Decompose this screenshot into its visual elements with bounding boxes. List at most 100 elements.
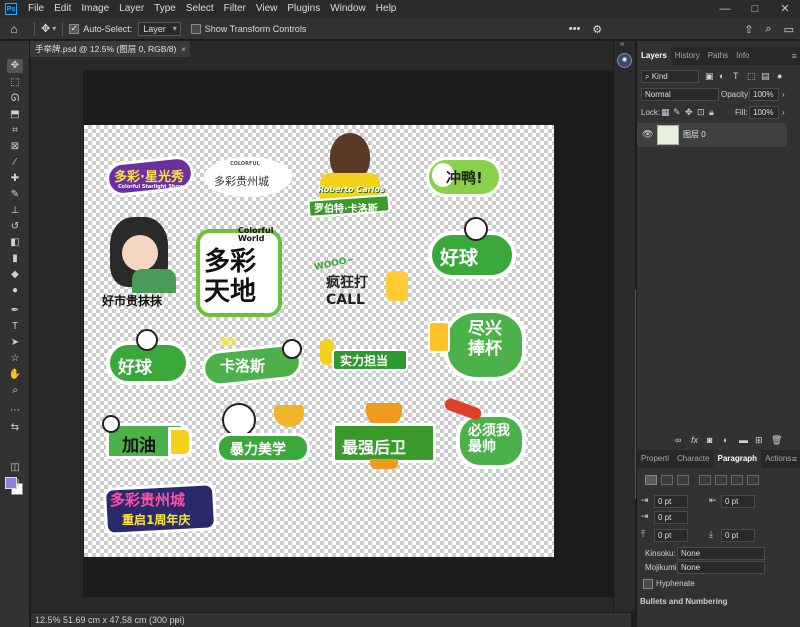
trash-icon[interactable]: 🗑︎ [771,435,782,446]
opacity-field[interactable]: 100% [749,88,779,101]
quick-mask-icon[interactable]: ◫ [7,461,23,475]
sticker-jia-you[interactable]: 加油 [102,415,196,469]
kinsoku-dropdown[interactable]: None [677,547,765,560]
frame-tool-icon[interactable]: ⊠ [7,140,23,154]
sticker-good-ball-1[interactable]: 好球 [424,217,520,283]
share-icon[interactable]: ⇧ [744,23,753,36]
sticker-must-be-handsome[interactable]: 必须我最帅 [443,396,528,473]
first-line-indent-field[interactable]: 0 pt [654,511,688,524]
menu-filter[interactable]: Filter [219,0,251,18]
pen-tool-icon[interactable]: ✒ [7,304,23,318]
search-icon[interactable]: ⌕ [765,23,771,36]
justify-all-button[interactable] [747,475,759,485]
lasso-tool-icon[interactable]: ᘏ [7,92,23,106]
lock-transparent-icon[interactable]: ▦ [661,107,670,118]
blend-mode-dropdown[interactable]: Normal [641,88,719,101]
menu-type[interactable]: Type [149,0,181,18]
tab-history[interactable]: History [671,47,704,65]
lock-artboard-icon[interactable]: ⊡ [697,107,705,118]
sticker-strongest-defender[interactable]: 最强后卫 [330,401,438,471]
stamp-tool-icon[interactable]: ⊥ [7,204,23,218]
panel-menu-icon[interactable]: ≡ [792,47,797,65]
tab-character[interactable]: Characte [673,450,713,468]
align-center-button[interactable] [661,475,673,485]
tool-preset-chevron-icon[interactable]: ▾ [52,24,56,33]
layer-name[interactable]: 图层 0 [683,129,706,140]
object-select-tool-icon[interactable]: ⬒ [7,108,23,122]
filter-shape-icon[interactable]: ⬚ [747,71,756,82]
fx-icon[interactable]: fx [691,435,698,445]
sticker-girl-character[interactable]: 好市贵抹抹 [100,213,192,309]
blur-tool-icon[interactable]: ◆ [7,268,23,282]
menu-file[interactable]: File [23,0,49,18]
filter-adjustment-icon[interactable]: ◐ [719,71,724,81]
sticker-enjoy-cup[interactable]: 尽兴捧杯 [428,303,528,387]
layer-row[interactable]: 👁︎ 图层 0 [637,123,787,147]
menu-layer[interactable]: Layer [114,0,149,18]
hyphenate-checkbox[interactable] [643,579,653,589]
auto-select-checkbox[interactable]: ✓ [69,23,80,34]
panel-menu-icon[interactable]: ≡ [792,450,797,468]
justify-last-right-button[interactable] [731,475,743,485]
gradient-tool-icon[interactable]: ▮ [7,252,23,266]
menu-view[interactable]: View [251,0,283,18]
link-layers-icon[interactable]: ∞ [675,435,681,445]
sticker-colorful-city[interactable]: COLORFUL 多彩贵州城 [204,153,292,199]
sticker-heavy-cannon-carlos[interactable]: 重炮 卡洛斯 [198,331,306,389]
sticker-colorful-world[interactable]: Colorful World 多彩天地 [196,221,282,319]
maximize-button[interactable]: □ [740,0,770,18]
menu-select[interactable]: Select [181,0,219,18]
zoom-tool-icon[interactable]: ⌕ [7,384,23,398]
show-transform-checkbox[interactable] [190,23,201,34]
sticker-starlight-show[interactable]: 多彩·星光秀 Colorful Starlight Show [104,154,196,199]
menu-image[interactable]: Image [76,0,114,18]
indent-right-field[interactable]: 0 pt [721,495,755,508]
new-group-icon[interactable]: ▬ [739,435,748,445]
photoshop-app-icon[interactable]: Ps [5,3,17,15]
shape-tool-icon[interactable]: ☆ [7,352,23,366]
sticker-violent-aesthetics[interactable]: 暴力美学 [214,403,314,467]
menu-plugins[interactable]: Plugins [282,0,325,18]
type-tool-icon[interactable]: T [7,320,23,334]
zoom-level[interactable]: 12.5% [35,613,61,627]
sticker-good-ball-2[interactable]: 好球 [104,329,194,389]
layer-filter-kind[interactable]: ⌕ Kind [641,70,699,83]
filter-pixel-icon[interactable]: ▣ [705,71,714,82]
menu-help[interactable]: Help [371,0,402,18]
lock-brush-icon[interactable]: ✎ [673,107,681,118]
align-right-button[interactable] [677,475,689,485]
move-tool-icon[interactable]: ✥ [41,22,50,35]
menu-edit[interactable]: Edit [49,0,76,18]
visibility-eye-icon[interactable]: 👁︎ [642,129,653,140]
more-tools-icon[interactable]: ⋯ [7,404,23,418]
more-options-icon[interactable]: ••• [569,23,581,35]
history-brush-icon[interactable]: ↺ [7,220,23,234]
tab-paths[interactable]: Paths [704,47,732,65]
sticker-chong-ya[interactable]: 冲鸭! [426,153,502,201]
minimize-button[interactable]: — [710,0,740,18]
filter-toggle-icon[interactable]: ● [777,71,782,81]
learn-panel-icon[interactable]: ◉ [617,53,632,68]
tab-info[interactable]: Info [732,47,753,65]
gear-icon[interactable]: ⚙ [592,23,602,36]
workspace-icon[interactable]: ▭ [784,23,794,36]
auto-select-dropdown[interactable]: Layer [138,21,181,36]
filter-smart-object-icon[interactable]: ▤ [761,71,770,82]
justify-last-left-button[interactable] [699,475,711,485]
lock-all-icon[interactable]: 🔒︎ [709,107,714,118]
lock-position-icon[interactable]: ✥ [685,107,693,118]
chevron-right-icon[interactable]: › [175,613,178,627]
swap-colors-icon[interactable]: ⇆ [7,421,23,435]
collapse-chevron-icon[interactable]: « [620,39,624,48]
crop-tool-icon[interactable]: ⌗ [7,124,23,138]
align-left-button[interactable] [645,475,657,485]
home-icon[interactable]: ⌂ [0,22,28,36]
sticker-anniversary[interactable]: 多彩贵州城 重启1周年庆 [102,482,218,536]
document-canvas[interactable]: 多彩·星光秀 Colorful Starlight Show COLORFUL … [84,125,554,557]
eyedropper-tool-icon[interactable]: ⁄ [7,156,23,170]
tab-layers[interactable]: Layers [637,47,671,65]
tab-actions[interactable]: Actions [761,450,795,468]
eraser-tool-icon[interactable]: ◧ [7,236,23,250]
tab-paragraph[interactable]: Paragraph [713,450,762,468]
sticker-real-strength[interactable]: 实力担当 [318,339,410,379]
